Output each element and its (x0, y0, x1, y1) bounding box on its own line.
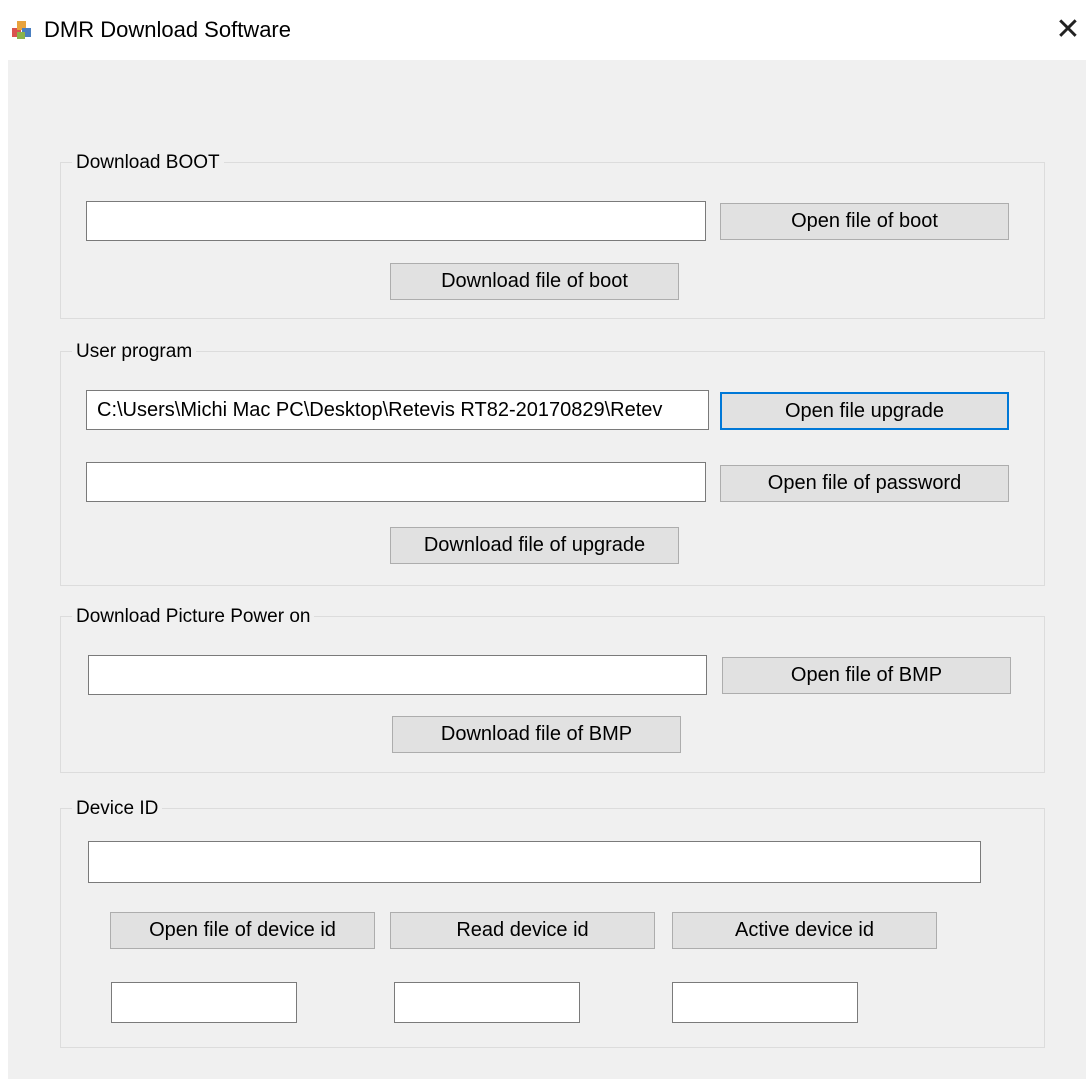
upgrade-path-field[interactable]: C:\Users\Michi Mac PC\Desktop\Retevis RT… (86, 390, 709, 430)
password-path-field[interactable] (86, 462, 706, 502)
app-icon (12, 21, 31, 39)
device-id-field-2[interactable] (394, 982, 580, 1023)
bmp-path-field[interactable] (88, 655, 707, 695)
open-boot-button[interactable]: Open file of boot (720, 203, 1009, 240)
open-bmp-button[interactable]: Open file of BMP (722, 657, 1011, 694)
device-id-field-3[interactable] (672, 982, 858, 1023)
group-download-boot-legend: Download BOOT (72, 152, 224, 174)
group-user-program-legend: User program (72, 341, 197, 363)
download-boot-button[interactable]: Download file of boot (390, 263, 679, 300)
active-device-id-button[interactable]: Active device id (672, 912, 937, 949)
boot-path-field[interactable] (86, 201, 706, 241)
title-bar: DMR Download Software ✕ (0, 0, 1092, 60)
group-download-picture-legend: Download Picture Power on (72, 606, 315, 628)
group-device-id-legend: Device ID (72, 798, 163, 820)
read-device-id-button[interactable]: Read device id (390, 912, 655, 949)
device-id-path-field[interactable] (88, 841, 981, 883)
close-icon[interactable]: ✕ (1052, 14, 1084, 46)
window-title: DMR Download Software (44, 17, 291, 42)
download-bmp-button[interactable]: Download file of BMP (392, 716, 681, 753)
download-upgrade-button[interactable]: Download file of upgrade (390, 527, 679, 564)
device-id-field-1[interactable] (111, 982, 297, 1023)
open-upgrade-button[interactable]: Open file upgrade (720, 392, 1009, 430)
open-password-button[interactable]: Open file of password (720, 465, 1009, 502)
open-device-id-button[interactable]: Open file of device id (110, 912, 375, 949)
